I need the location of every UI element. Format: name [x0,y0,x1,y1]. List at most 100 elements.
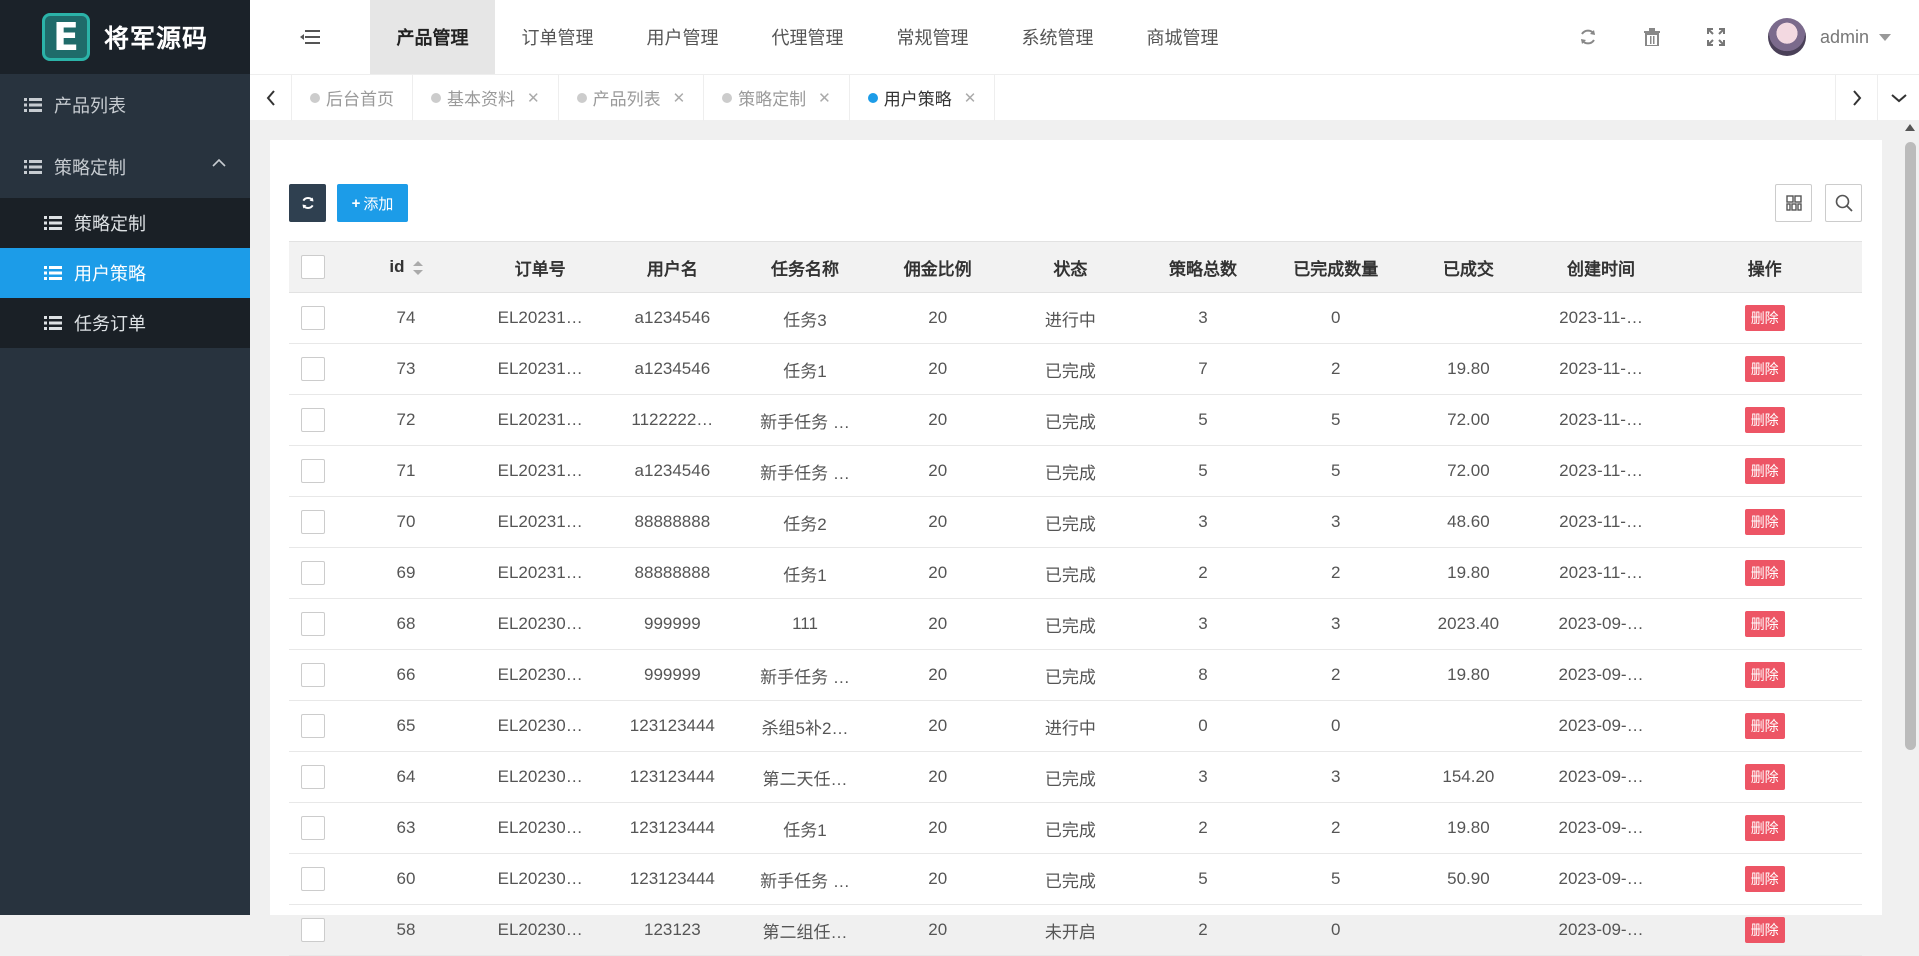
table-row[interactable]: 68 EL20230… 999999 111 20 已完成 3 3 2023.40 2023-09… [289,598,1862,650]
row-checkbox[interactable] [301,816,326,840]
tab-profile[interactable]: 基本资料 ✕ [413,74,559,121]
nav-product-management[interactable]: 产品管理 [370,0,495,74]
nav-system-management[interactable]: 系统管理 [995,0,1120,74]
table-row[interactable]: 64 EL20230… 123123444 第二天任… 20 已完成 3 3 154.20 202… [289,751,1862,803]
search-toggle-button[interactable] [1825,184,1862,222]
row-checkbox[interactable] [301,918,326,942]
tabs-scroll-right-button[interactable] [1835,75,1877,121]
row-checkbox[interactable] [301,612,326,636]
table-row[interactable]: 73 EL20231… a1234546 任务1 20 已完成 7 2 19.80 2023-11… [289,343,1862,395]
row-checkbox[interactable] [301,867,326,891]
header-actions: admin [1556,0,1919,74]
nav-general-management[interactable]: 常规管理 [870,0,995,74]
table-row[interactable]: 70 EL20231… 88888888 任务2 20 已完成 3 3 48.60 2023-11… [289,496,1862,548]
table-row[interactable]: 69 EL20231… 88888888 任务1 20 已完成 2 2 19.80 2023-11… [289,547,1862,599]
row-checkbox[interactable] [301,510,326,534]
table-row[interactable]: 58 EL20230… 123123 第二组任… 20 未开启 2 0 2023-09-… 删除 [289,904,1862,956]
add-button[interactable]: + 添加 [337,184,408,222]
sidebar-item-strategy[interactable]: 策略定制 [0,136,250,198]
close-icon[interactable]: ✕ [818,89,831,107]
table-row[interactable]: 74 EL20231… a1234546 任务3 20 进行中 3 0 2023-11-… 删除 [289,292,1862,344]
delete-button[interactable]: 删除 [1744,662,1785,688]
sidebar-subitem-strategy-custom[interactable]: 策略定制 [0,198,250,248]
avatar[interactable] [1767,18,1806,56]
table-cell: 72.00 [1402,445,1535,497]
tab-strategy-custom[interactable]: 策略定制 ✕ [704,74,850,121]
actions-cell: 删除 [1667,904,1862,956]
table-row[interactable]: 63 EL20230… 123123444 任务1 20 已完成 2 2 19.80 2023-0… [289,802,1862,854]
delete-button[interactable]: 删除 [1744,407,1785,433]
tab-label: 用户策略 [883,90,952,109]
table-cell [1402,292,1535,344]
sidebar-subitem-task-orders[interactable]: 任务订单 [0,298,250,348]
chevron-down-icon [1890,94,1907,103]
refresh-button[interactable] [1556,0,1620,74]
delete-button[interactable]: 删除 [1744,815,1785,841]
logo[interactable]: E 将军源码 [0,0,250,74]
nav-agent-management[interactable]: 代理管理 [745,0,870,74]
tab-dashboard[interactable]: 后台首页 [292,74,413,121]
tab-user-strategy[interactable]: 用户策略 ✕ [850,74,996,121]
scroll-up-arrow-icon[interactable] [1905,124,1915,131]
fullscreen-button[interactable] [1684,0,1748,74]
tabs-menu-button[interactable] [1877,75,1919,121]
close-icon[interactable]: ✕ [673,89,686,107]
select-all-checkbox[interactable] [301,255,326,279]
delete-button[interactable]: 删除 [1744,305,1785,331]
columns-toggle-button[interactable] [1775,184,1812,222]
table-cell: 2023-11-… [1534,547,1668,599]
close-icon[interactable]: ✕ [527,89,540,107]
table-row[interactable]: 72 EL20231… 1122222… 新手任务 … 20 已完成 5 5 72.00 2023… [289,394,1862,446]
table-cell: 已完成 [1004,649,1137,701]
close-icon[interactable]: ✕ [964,89,977,107]
delete-button[interactable]: 删除 [1744,509,1785,535]
row-checkbox[interactable] [301,459,326,483]
row-checkbox[interactable] [301,663,326,687]
username[interactable]: admin [1820,27,1869,48]
table-row[interactable]: 60 EL20230… 123123444 新手任务 … 20 已完成 5 5 50.90 202… [289,853,1862,905]
delete-button[interactable]: 删除 [1744,458,1785,484]
table-cell: 72 [337,394,475,446]
delete-button[interactable]: 删除 [1744,917,1785,943]
scrollbar-thumb[interactable] [1905,142,1916,750]
table-cell: 69 [337,547,475,599]
table-cell: EL20230… [474,751,607,803]
delete-button[interactable]: 删除 [1744,764,1785,790]
table-cell: 20 [871,751,1005,803]
table-row[interactable]: 71 EL20231… a1234546 新手任务 … 20 已完成 5 5 72.00 2023… [289,445,1862,497]
sidebar-subitem-user-strategy[interactable]: 用户策略 [0,248,250,298]
refresh-icon [1580,29,1595,45]
table-row[interactable]: 65 EL20230… 123123444 杀组5补2… 20 进行中 0 0 2023-09-… [289,700,1862,752]
caret-down-icon[interactable] [1879,33,1891,41]
nav-user-management[interactable]: 用户管理 [620,0,745,74]
clear-cache-button[interactable] [1620,0,1684,74]
delete-button[interactable]: 删除 [1744,713,1785,739]
tab-product-list[interactable]: 产品列表 ✕ [559,74,705,121]
row-checkbox[interactable] [301,561,326,585]
menu-toggle-button[interactable] [250,0,370,74]
table-row[interactable]: 66 EL20230… 999999 新手任务 … 20 已完成 8 2 19.80 2023-0… [289,649,1862,701]
delete-button[interactable]: 删除 [1744,866,1785,892]
actions-cell: 删除 [1667,649,1862,701]
refresh-table-button[interactable] [289,184,326,222]
delete-button[interactable]: 删除 [1744,611,1785,637]
tab-dot-icon [576,92,587,103]
tabs-scroll-left-button[interactable] [250,74,292,121]
plus-icon: + [351,194,361,212]
nav-order-management[interactable]: 订单管理 [495,0,620,74]
table-cell: 50.90 [1402,853,1535,905]
table-cell: EL20230… [474,802,607,854]
sidebar-item-product-list[interactable]: 产品列表 [0,74,250,136]
menu-fold-icon [300,30,320,44]
row-checkbox[interactable] [301,765,326,789]
row-checkbox[interactable] [301,714,326,738]
delete-button[interactable]: 删除 [1744,560,1785,586]
delete-button[interactable]: 删除 [1744,356,1785,382]
column-header-id[interactable]: id [337,241,475,293]
row-checkbox[interactable] [301,357,326,381]
row-checkbox[interactable] [301,408,326,432]
row-checkbox[interactable] [301,306,326,330]
sidebar-item-label: 产品列表 [54,96,126,116]
nav-mall-management[interactable]: 商城管理 [1120,0,1245,74]
sort-icon[interactable] [412,260,423,275]
